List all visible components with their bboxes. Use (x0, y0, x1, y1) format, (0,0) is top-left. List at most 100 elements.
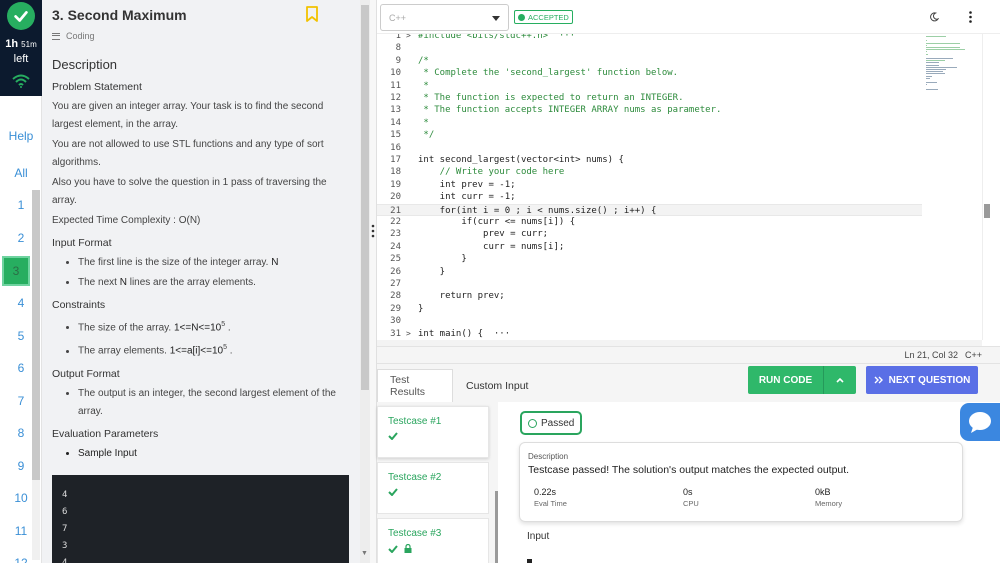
sample-line: 4 (62, 490, 68, 500)
kebab-menu-icon[interactable] (969, 11, 972, 23)
drag-handle-icon (371, 224, 375, 238)
code-line[interactable]: 19 int prev = -1; (377, 179, 922, 191)
cursor-position: Ln 21, Col 32 (904, 350, 958, 360)
line-number: 31 (390, 328, 401, 339)
chevron-up-icon[interactable] (824, 377, 856, 383)
constraints-heading: Constraints (52, 299, 106, 311)
list-item: The first line is the size of the intege… (78, 254, 352, 272)
minimap-line (926, 60, 945, 62)
code-line[interactable]: 14 * (377, 117, 922, 129)
problem-tag-label: Coding (66, 31, 95, 41)
fold-chevron-icon[interactable]: > (406, 328, 411, 340)
line-number: 28 (390, 291, 401, 302)
minimap-line (926, 71, 943, 73)
minimap-line (926, 42, 960, 44)
code-line[interactable]: 23 prev = curr; (377, 228, 922, 240)
code-text: prev = curr; (418, 229, 549, 240)
next-question-button[interactable]: NEXT QUESTION (866, 366, 978, 394)
editor-scroll-marker (984, 204, 990, 218)
line-number: 24 (390, 241, 401, 252)
code-line[interactable]: 17 int second_largest(vector<int> nums) { (377, 154, 922, 166)
editor-statusbar: Ln 21, Col 32 C++ (377, 346, 1000, 364)
resize-handle[interactable] (370, 0, 377, 563)
scroll-down-icon[interactable]: ▼ (361, 550, 368, 557)
list-item: The array elements. 1<=a[i]<=105 . (78, 339, 352, 360)
app-root: 1h 51m left Help All 1 2 3 4 5 6 7 8 9 1… (0, 0, 1000, 563)
code-line[interactable]: 26 } (377, 266, 922, 278)
code-line[interactable]: 29} (377, 303, 922, 315)
code-minimap[interactable] (922, 34, 982, 340)
minimap-line (926, 66, 957, 68)
tab-test-results[interactable]: Test Results (377, 369, 453, 402)
minimap-line (926, 82, 938, 84)
minimap-line (926, 77, 930, 79)
language-select[interactable]: C++ (380, 4, 509, 31)
code-line[interactable]: 28 return prev; (377, 290, 922, 302)
code-line[interactable]: 27 (377, 278, 922, 290)
status-badge: ACCEPTED (514, 10, 573, 24)
code-line[interactable]: 15 */ (377, 129, 922, 141)
testcase-item-2[interactable]: Testcase #2 (377, 462, 489, 514)
help-link[interactable]: Help (0, 129, 42, 143)
minimap-line (926, 84, 927, 86)
run-code-button[interactable]: RUN CODE (748, 366, 856, 394)
code-line[interactable]: 11 * (377, 80, 922, 92)
problem-scrollbar-thumb[interactable] (361, 5, 369, 390)
minimap-line (926, 88, 938, 90)
all-questions-link[interactable]: All (0, 166, 42, 180)
minimap-line (926, 62, 939, 64)
statement-paragraph: Also you have to solve the question in 1… (52, 177, 327, 206)
code-text: return prev; (418, 291, 505, 302)
code-line[interactable]: 25 } (377, 253, 922, 265)
line-number: 13 (390, 105, 401, 116)
minimap-line (926, 64, 939, 66)
bookmark-icon[interactable] (305, 6, 319, 22)
line-number: 30 (390, 316, 401, 327)
question-number-3-active[interactable]: 3 (2, 256, 30, 286)
moon-icon[interactable] (929, 12, 939, 22)
code-text: * (418, 80, 429, 91)
code-line[interactable]: 13 * The function accepts INTEGER ARRAY … (377, 104, 922, 116)
list-item: Sample Input (78, 445, 352, 463)
line-number: 17 (390, 155, 401, 165)
code-text: * The function accepts INTEGER ARRAY num… (418, 105, 722, 116)
code-line[interactable]: 16 (377, 142, 922, 154)
input-label: Input (527, 531, 550, 542)
wifi-icon (12, 74, 30, 88)
nav-scrollbar[interactable] (32, 190, 40, 560)
code-line[interactable]: 18 // Write your code here (377, 166, 922, 178)
problem-panel: 3. Second Maximum Coding Description Pro… (42, 0, 360, 563)
editor-vertical-scrollbar[interactable] (982, 34, 1000, 340)
code-line[interactable]: 30 (377, 315, 922, 327)
code-line[interactable]: 12 * The function is expected to return … (377, 92, 922, 104)
code-line[interactable]: 22 if(curr <= nums[i]) { (377, 216, 922, 228)
code-editor[interactable]: 1 > #include <bits/stdc++.h> ··· 8 9/* 10 * C… (377, 34, 922, 340)
code-line[interactable]: 31 > int main() { ··· (377, 328, 922, 340)
chat-button[interactable] (960, 403, 1000, 441)
result-status-badge: Passed (520, 411, 583, 435)
code-text: int prev = -1; (418, 179, 516, 190)
testcase-item-3[interactable]: Testcase #3 (377, 518, 489, 563)
code-line[interactable]: 24 curr = nums[i]; (377, 241, 922, 253)
lock-icon (404, 544, 412, 553)
problem-scrollbar[interactable]: ▼ (360, 0, 370, 563)
code-line[interactable]: 8 (377, 42, 922, 54)
code-line[interactable]: 1 > #include <bits/stdc++.h> ··· (377, 34, 922, 42)
line-number: 18 (390, 167, 401, 178)
check-circle-icon (518, 13, 525, 21)
line-number: 29 (390, 303, 401, 314)
code-line[interactable]: 20 int curr = -1; (377, 191, 922, 203)
output-format-heading: Output Format (52, 367, 120, 380)
code-text: #include <bits/stdc++.h> ··· (418, 34, 576, 41)
sample-line: 6 (62, 507, 68, 517)
fold-chevron-icon[interactable]: > (406, 34, 411, 42)
code-line[interactable]: 9 /* (377, 55, 922, 67)
tab-custom-input[interactable]: Custom Input (454, 369, 540, 402)
minimap-line (926, 51, 928, 53)
check-icon (388, 432, 398, 440)
problem-tag: Coding (52, 31, 95, 41)
nav-scrollbar-thumb[interactable] (32, 190, 40, 480)
testcase-item-1[interactable]: Testcase #1 (377, 406, 489, 458)
code-line[interactable]: 10 * Complete the 'second_largest' funct… (377, 67, 922, 79)
code-line[interactable]: 21 for(int i = 0 ; i < nums.size() ; i++… (377, 203, 922, 216)
